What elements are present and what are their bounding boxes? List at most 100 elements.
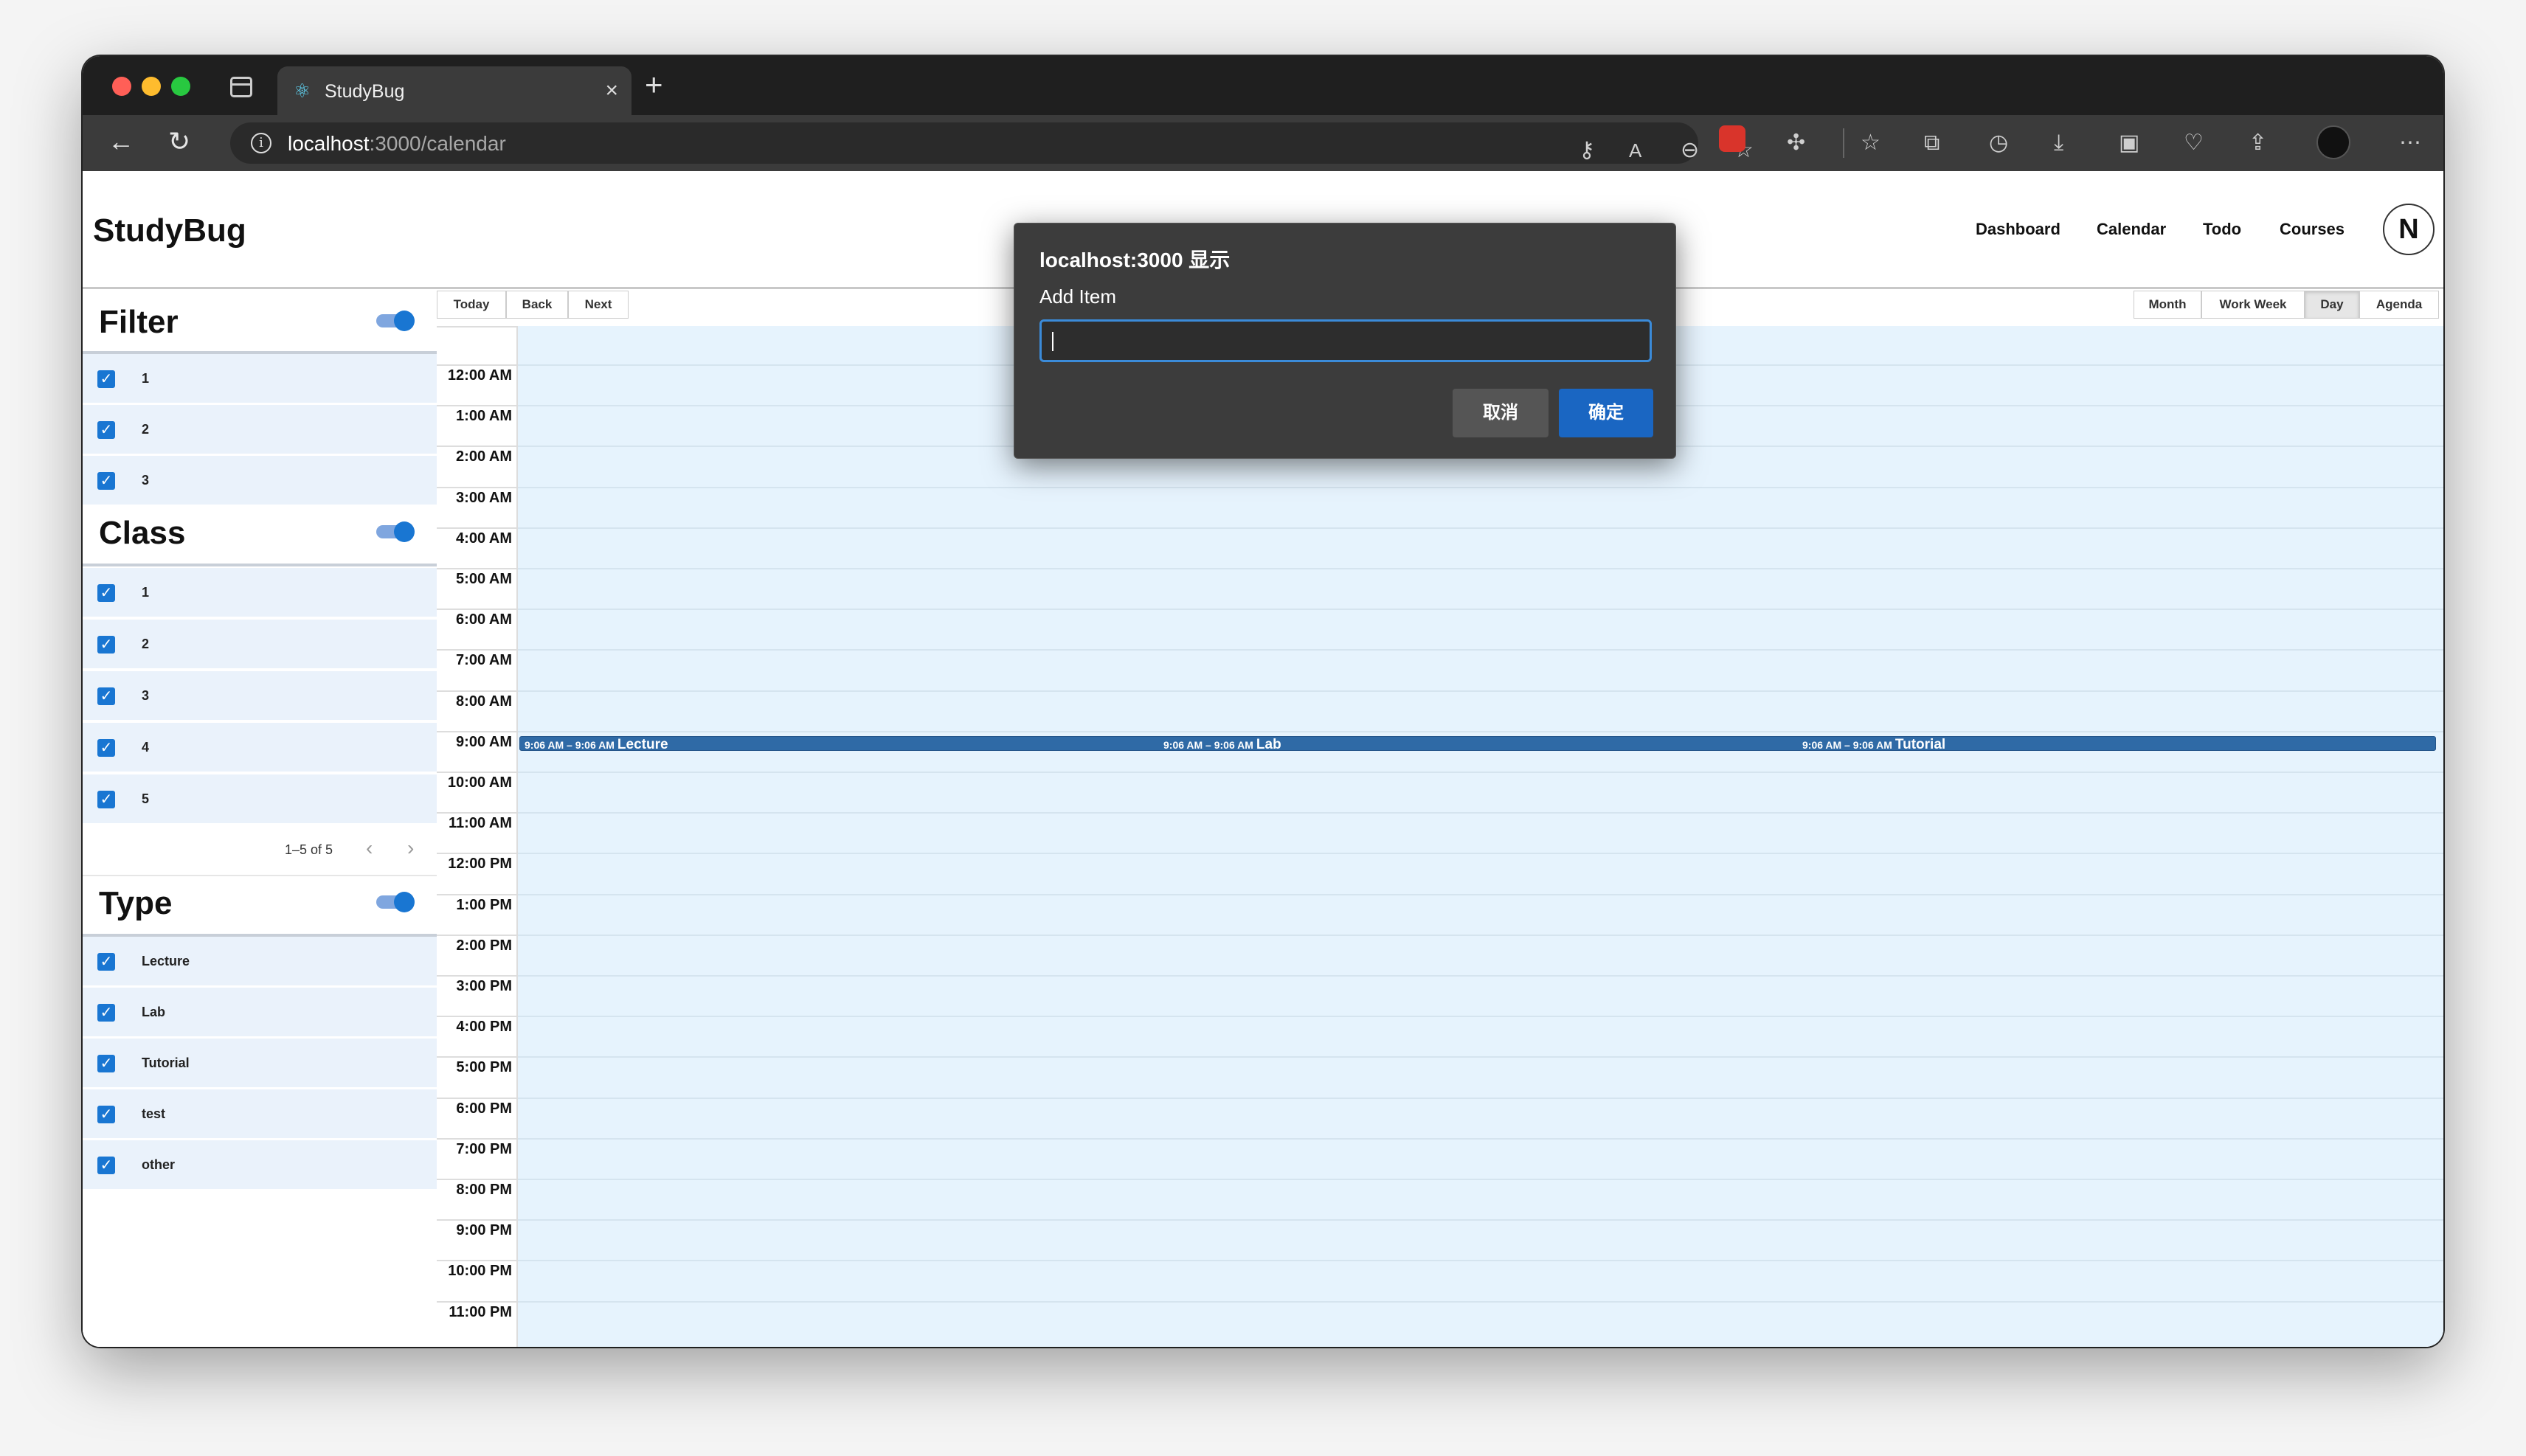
back-arrow-icon[interactable]: ← (108, 127, 134, 156)
minimize-window-button[interactable] (142, 77, 161, 96)
tab-actions-icon[interactable] (230, 77, 252, 97)
collections-icon[interactable]: ⧉ (1924, 128, 1940, 158)
checkbox-checked-icon[interactable]: ✓ (97, 1106, 115, 1123)
class-item[interactable]: ✓ 1 (83, 568, 437, 618)
new-tab-icon[interactable]: + (645, 69, 663, 100)
back-button[interactable]: Back (506, 291, 568, 319)
address-bar[interactable]: i localhost:3000/calendar ⚷ A ⊖ ☆ (230, 122, 1754, 165)
nav-courses[interactable]: Courses (2280, 220, 2345, 239)
type-item[interactable]: ✓ Lab (83, 988, 437, 1038)
filter-item[interactable]: ✓ 3 (83, 456, 437, 506)
filter-item[interactable]: ✓ 2 (83, 405, 437, 455)
class-item[interactable]: ✓ 5 (83, 774, 437, 825)
browser-tab[interactable]: ⚛ StudyBug × (277, 66, 632, 115)
hour-label: 4:00 AM (456, 530, 512, 547)
cancel-button[interactable]: 取消 (1453, 389, 1549, 437)
view-work-week-button[interactable]: Work Week (2201, 291, 2305, 319)
class-item[interactable]: ✓ 2 (83, 620, 437, 670)
class-item-label: 5 (142, 791, 150, 806)
time-gridline (437, 1016, 518, 1018)
hour-gridline (518, 1016, 2443, 1018)
close-tab-icon[interactable]: × (605, 78, 618, 103)
class-item[interactable]: ✓ 4 (83, 723, 437, 773)
maximize-window-button[interactable] (171, 77, 190, 96)
chevron-left-icon[interactable]: ‹ (366, 836, 373, 860)
checkbox-checked-icon[interactable]: ✓ (97, 739, 115, 757)
checkbox-checked-icon[interactable]: ✓ (97, 791, 115, 808)
time-gridline (437, 1056, 518, 1058)
calendar-event[interactable]: 9:06 AM – 9:06 AM Lab (1163, 737, 1281, 753)
url-text[interactable]: localhost:3000/calendar (288, 132, 506, 156)
view-agenda-button[interactable]: Agenda (2359, 291, 2439, 319)
time-gridline (437, 1137, 518, 1140)
hour-label: 1:00 PM (456, 896, 512, 913)
hour-gridline (518, 690, 2443, 692)
class-item-label: 3 (142, 688, 150, 703)
nav-todo[interactable]: Todo (2203, 220, 2241, 239)
info-icon[interactable]: i (251, 133, 271, 153)
calendar-event[interactable]: 9:06 AM – 9:06 AM Lecture (525, 737, 668, 753)
filter-toggle[interactable] (376, 311, 415, 331)
tab-bar: ⚛ StudyBug × + (83, 56, 2443, 115)
next-button[interactable]: Next (568, 291, 629, 319)
pagination-text: 1–5 of 5 (285, 842, 333, 857)
checkbox-checked-icon[interactable]: ✓ (97, 1157, 115, 1174)
today-button[interactable]: Today (437, 291, 506, 319)
type-toggle[interactable] (376, 892, 415, 912)
history-icon[interactable]: ◷ (1989, 128, 2008, 158)
nav-dashboard[interactable]: Dashboard (1976, 220, 2060, 239)
view-month-button[interactable]: Month (2134, 291, 2201, 319)
event-row[interactable]: 9:06 AM – 9:06 AM Lecture 9:06 AM – 9:06 … (519, 736, 2436, 753)
key-icon[interactable]: ⚷ (1579, 136, 1595, 165)
hour-gridline (518, 934, 2443, 936)
checkbox-checked-icon[interactable]: ✓ (97, 421, 115, 439)
checkbox-checked-icon[interactable]: ✓ (97, 636, 115, 654)
event-time: 9:06 AM – 9:06 AM (1163, 739, 1253, 751)
browser-window: ⚛ StudyBug × + ← ↻ i localhost:3000/cale… (83, 56, 2443, 1347)
more-menu-icon[interactable]: ⋯ (2399, 128, 2421, 158)
day-grid[interactable]: 9:06 AM – 9:06 AM Lecture 9:06 AM – 9:06 … (518, 326, 2443, 1347)
download-icon[interactable]: ⤓ (2054, 128, 2063, 158)
chevron-right-icon[interactable]: › (407, 836, 414, 860)
class-toggle[interactable] (376, 521, 415, 542)
time-gridline (437, 1219, 518, 1221)
dialog-input[interactable] (1039, 319, 1652, 362)
checkbox-checked-icon[interactable]: ✓ (97, 1055, 115, 1072)
type-item[interactable]: ✓ Tutorial (83, 1039, 437, 1089)
view-day-button[interactable]: Day (2305, 291, 2359, 319)
type-item[interactable]: ✓ other (83, 1140, 437, 1190)
nav-calendar[interactable]: Calendar (2097, 220, 2166, 239)
screenshot-icon[interactable]: ▣ (2119, 128, 2139, 158)
favorites-icon[interactable]: ☆ (1861, 128, 1880, 158)
filter-item[interactable]: ✓ 1 (83, 354, 437, 404)
user-avatar[interactable]: N (2383, 204, 2435, 255)
type-item[interactable]: ✓ test (83, 1089, 437, 1140)
hour-label: 5:00 AM (456, 571, 512, 587)
checkbox-checked-icon[interactable]: ✓ (97, 1004, 115, 1022)
hour-gridline (518, 893, 2443, 895)
refresh-icon[interactable]: ↻ (168, 127, 190, 156)
browser-essentials-icon[interactable]: ♡ (2184, 128, 2204, 158)
checkbox-checked-icon[interactable]: ✓ (97, 472, 115, 490)
checkbox-checked-icon[interactable]: ✓ (97, 370, 115, 388)
ok-button[interactable]: 确定 (1559, 389, 1653, 437)
hour-gridline (518, 649, 2443, 651)
time-gridline (437, 405, 518, 407)
type-item[interactable]: ✓ Lecture (83, 937, 437, 987)
class-item[interactable]: ✓ 3 (83, 671, 437, 721)
share-icon[interactable]: ⇪ (2249, 128, 2267, 158)
extension-icon-red[interactable] (1719, 125, 1745, 152)
hour-label: 6:00 PM (456, 1100, 512, 1117)
app-brand[interactable]: StudyBug (93, 212, 246, 249)
hour-label: 4:00 PM (456, 1019, 512, 1036)
extensions-puzzle-icon[interactable]: ✣ (1787, 128, 1805, 158)
read-aloud-icon[interactable]: A (1629, 136, 1641, 165)
profile-avatar[interactable] (2316, 125, 2350, 159)
zoom-out-icon[interactable]: ⊖ (1681, 136, 1699, 165)
hour-gridline (518, 1179, 2443, 1180)
checkbox-checked-icon[interactable]: ✓ (97, 687, 115, 705)
close-window-button[interactable] (112, 77, 131, 96)
checkbox-checked-icon[interactable]: ✓ (97, 953, 115, 971)
checkbox-checked-icon[interactable]: ✓ (97, 584, 115, 602)
calendar-event[interactable]: 9:06 AM – 9:06 AM Tutorial (1802, 737, 1945, 753)
